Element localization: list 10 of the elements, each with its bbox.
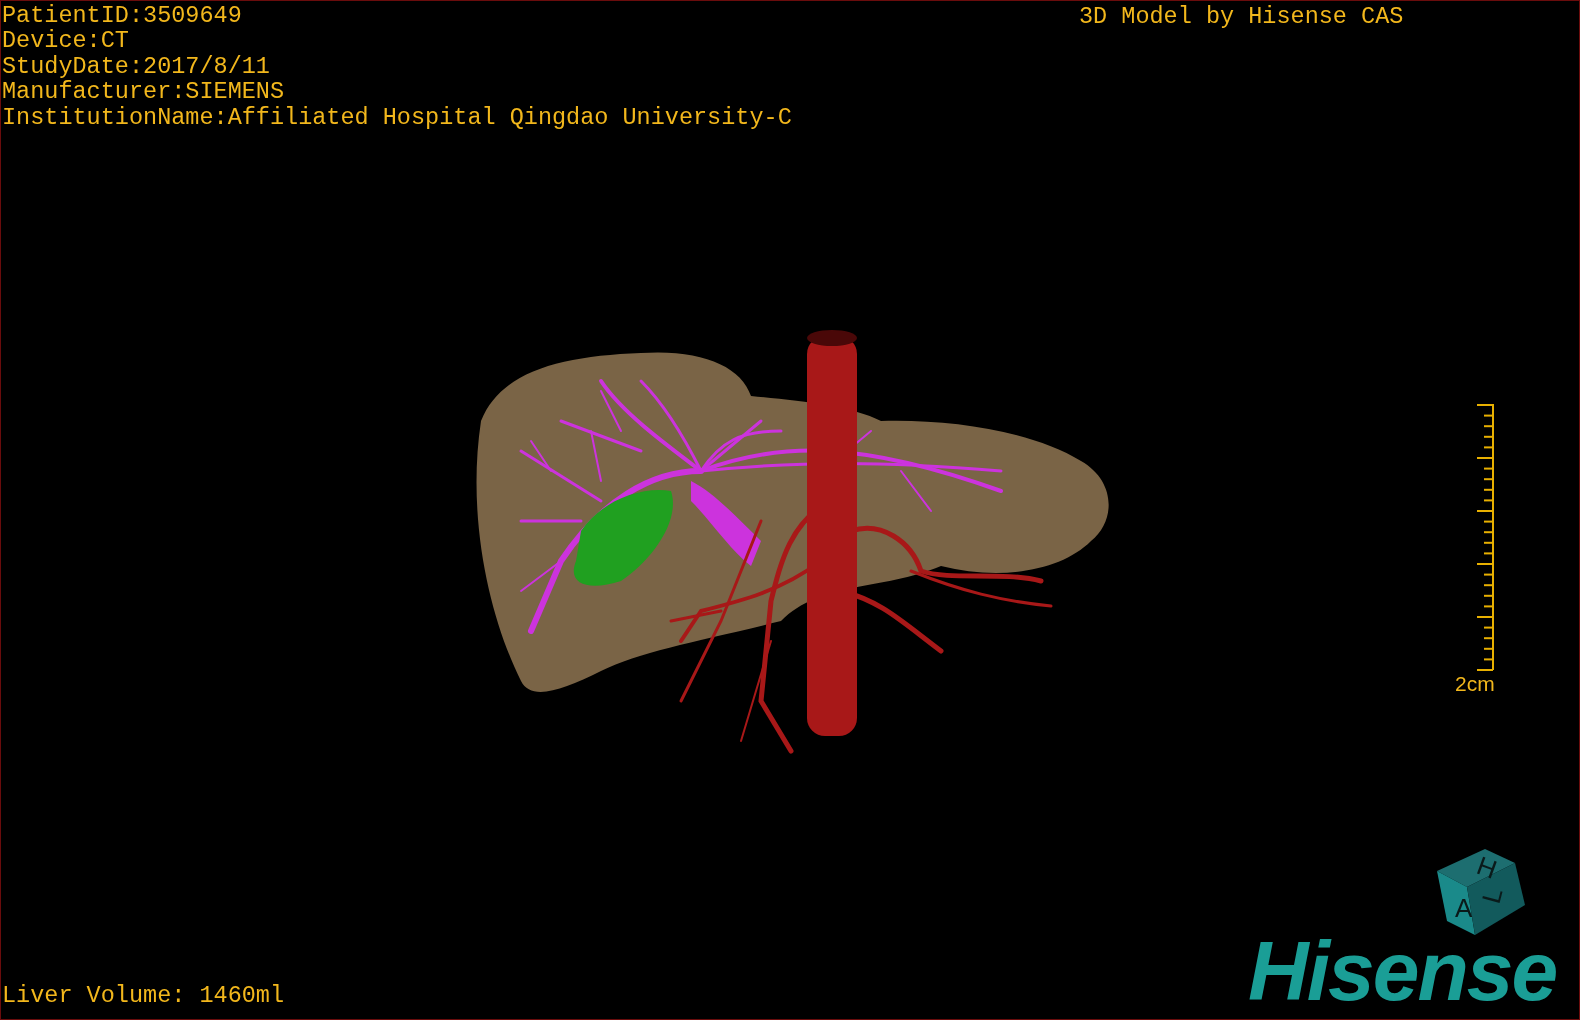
patient-info-text: StudyDate:2017/8/11 — [2, 53, 271, 80]
patient-info-text: PatientID:3509649 — [2, 3, 243, 29]
scale-label: 2cm — [1455, 673, 1495, 695]
liver-volume-text: Liver Volume: 1460ml — [2, 983, 285, 1009]
patient-info-text: Manufacturer:SIEMENS — [2, 79, 286, 105]
patient-info-text: InstitutionName:Affiliated Hospital Qingdao University-C — [2, 104, 792, 131]
scale-ruler-icon — [1474, 403, 1495, 671]
viewer-title: 3D Model by Hisense CAS — [1079, 4, 1404, 30]
orientation-cube-drawing: H A L — [1437, 849, 1525, 935]
patient-info-text: Device:CT — [2, 28, 130, 54]
